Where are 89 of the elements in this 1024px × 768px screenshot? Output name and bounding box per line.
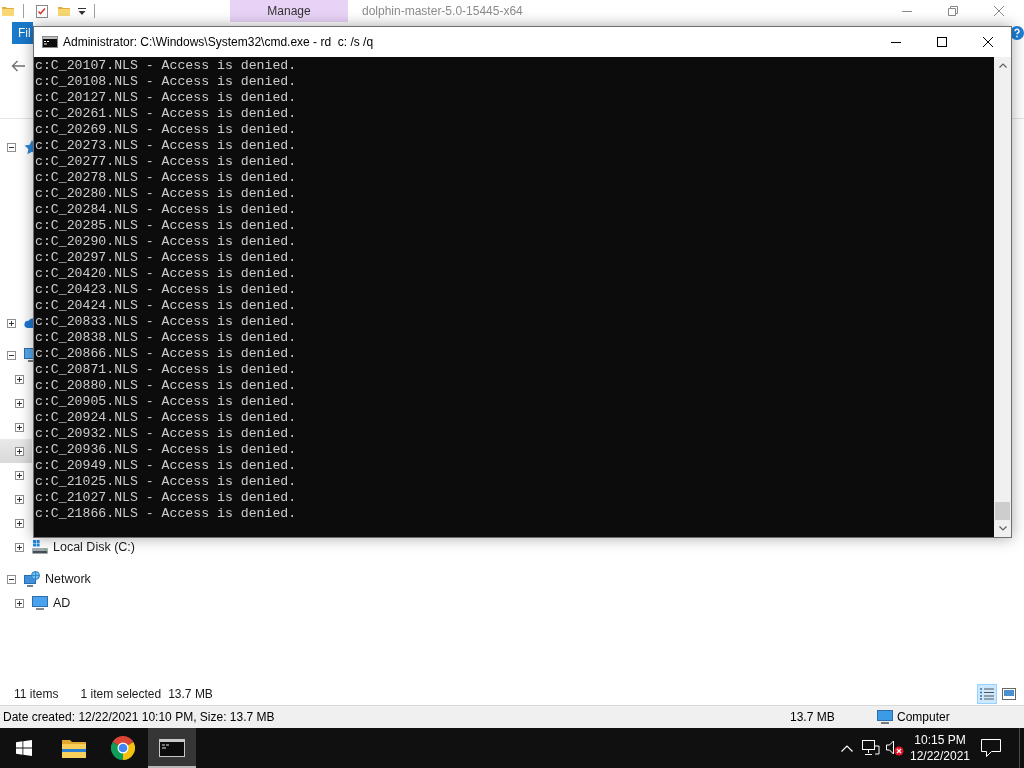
console-line: c:C_20297.NLS - Access is denied. [35,250,297,266]
expand-icon[interactable] [15,542,24,552]
console-line: c:C_20924.NLS - Access is denied. [35,410,297,426]
scrollbar[interactable] [994,57,1011,537]
windows-logo-icon [16,740,32,756]
monitor-icon [32,596,48,610]
browser-icon [111,736,135,760]
collapse-icon[interactable] [7,142,16,152]
details-view-button[interactable] [977,684,997,704]
expand-icon[interactable] [15,422,24,432]
muted-speaker-icon[interactable] [886,740,904,756]
file-details: Date created: 12/22/2021 10:10 PM, Size: 13.7 MB [2,710,276,724]
chevron-up-icon[interactable] [841,744,853,752]
folder-icon [62,738,86,758]
console-line: c:C_20280.NLS - Access is denied. [35,186,297,202]
clock-date[interactable]: 12/22/2021 [909,748,971,764]
cloud-icon [24,318,33,328]
minimize-icon [902,10,912,12]
caret-down-icon[interactable] [78,7,86,15]
manage-tab[interactable]: Manage [230,0,348,22]
chevron-down-icon [998,526,1007,531]
monitor-icon [877,710,893,724]
console-line: c:C_20285.NLS - Access is denied. [35,218,297,234]
close-icon [994,6,1004,16]
console-line: c:C_20284.NLS - Access is denied. [35,202,297,218]
window-title: dolphin-master-5.0-15445-x64 [362,4,523,18]
large-icons-view-icon [1002,688,1016,700]
clock-time[interactable]: 10:15 PM [914,732,966,748]
notification-icon[interactable] [981,739,1001,757]
console-line: c:C_20107.NLS - Access is denied. [35,58,297,74]
collapse-icon[interactable] [7,350,16,360]
console-line: c:C_20871.NLS - Access is denied. [35,362,297,378]
tree-item[interactable]: AD [53,596,71,610]
console-line: c:C_20290.NLS - Access is denied. [35,234,297,250]
console-line: c:C_20261.NLS - Access is denied. [35,106,297,122]
console-line: c:C_20949.NLS - Access is denied. [35,458,297,474]
expand-icon[interactable] [15,494,24,504]
console-line: c:C_21866.NLS - Access is denied. [35,506,297,522]
console-icon [42,36,58,48]
selection-count: 1 item selected [80,687,162,701]
console-line: c:C_21027.NLS - Access is denied. [35,490,297,506]
minimize-icon [891,41,901,43]
restore-icon [948,6,958,16]
expand-icon[interactable] [15,518,24,528]
selection-size: 13.7 MB [168,687,213,701]
wired-network-icon[interactable] [862,740,880,756]
expand-icon[interactable] [15,470,24,480]
console-line: c:C_20936.NLS - Access is denied. [35,442,297,458]
collapse-icon[interactable] [7,574,16,584]
console-line: c:C_20424.NLS - Access is denied. [35,298,297,314]
star-icon [24,139,33,155]
expand-icon[interactable] [15,374,24,384]
scrollbar-thumb[interactable] [995,502,1010,520]
console-line: c:C_20127.NLS - Access is denied. [35,90,297,106]
console-icon [159,739,185,757]
back-arrow-icon[interactable] [11,60,25,72]
console-line: c:C_20420.NLS - Access is denied. [35,266,297,282]
network-icon [24,571,40,587]
file-tab[interactable]: Fil [12,22,33,44]
expand-icon[interactable] [15,598,24,608]
tree-item[interactable]: Network [45,572,91,586]
console-line: c:C_20108.NLS - Access is denied. [35,74,297,90]
console-line: c:C_20273.NLS - Access is denied. [35,138,297,154]
console-line: c:C_21025.NLS - Access is denied. [35,474,297,490]
chevron-up-icon [998,63,1007,68]
console-line: c:C_20905.NLS - Access is denied. [35,394,297,410]
console-line: c:C_20277.NLS - Access is denied. [35,154,297,170]
expand-icon[interactable] [15,446,24,456]
console-line: c:C_20932.NLS - Access is denied. [35,426,297,442]
console-line: c:C_20833.NLS - Access is denied. [35,314,297,330]
expand-icon[interactable] [7,318,16,328]
tree-item[interactable]: Local Disk (C:) [53,540,135,554]
expand-icon[interactable] [15,398,24,408]
console-line: c:C_20423.NLS - Access is denied. [35,282,297,298]
taskbar-app-button[interactable] [148,728,196,768]
maximize-icon [937,37,947,47]
item-count: 11 items [14,687,59,701]
location-label: Computer [897,710,950,724]
console-line: c:C_20269.NLS - Access is denied. [35,122,297,138]
file-size: 13.7 MB [790,710,836,724]
console-line: c:C_20880.NLS - Access is denied. [35,378,297,394]
console-line: c:C_20866.NLS - Access is denied. [35,346,297,362]
window-title: Administrator: C:\Windows\System32\cmd.exe - rd c: /s /q [63,35,374,49]
checkmark-document-icon[interactable] [36,4,48,18]
close-icon [983,37,993,47]
console-line: c:C_20838.NLS - Access is denied. [35,330,297,346]
console-line: c:C_20278.NLS - Access is denied. [35,170,297,186]
details-view-icon [980,688,994,700]
drive-icon [32,540,48,554]
